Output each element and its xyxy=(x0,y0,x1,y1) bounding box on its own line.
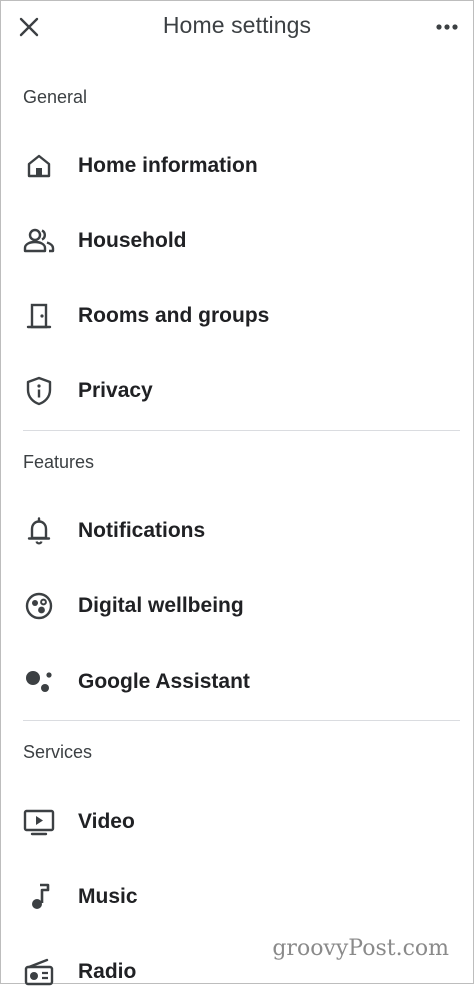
settings-item-label: Privacy xyxy=(78,379,153,402)
tv-play-icon xyxy=(23,806,55,838)
radio-icon xyxy=(23,956,55,988)
settings-item-label: Music xyxy=(78,885,138,908)
settings-item-home-information[interactable]: Home information xyxy=(1,136,473,196)
settings-item-video[interactable]: Video xyxy=(1,792,473,852)
section-header-general: General xyxy=(23,87,88,107)
settings-item-label: Notifications xyxy=(78,519,206,542)
settings-item-household[interactable]: Household xyxy=(1,211,473,271)
settings-item-privacy[interactable]: Privacy xyxy=(1,361,473,421)
settings-item-digital-wellbeing[interactable]: Digital wellbeing xyxy=(1,576,473,636)
page-title: Home settings xyxy=(162,12,312,38)
home-icon xyxy=(23,150,55,182)
door-icon xyxy=(23,300,55,332)
section-divider xyxy=(23,720,460,721)
settings-item-music[interactable]: Music xyxy=(1,867,473,927)
top-app-bar: Home settings xyxy=(1,1,473,53)
settings-item-rooms-and-groups[interactable]: Rooms and groups xyxy=(1,286,473,346)
settings-item-label: Rooms and groups xyxy=(78,304,270,327)
settings-item-label: Video xyxy=(78,810,135,833)
shield-info-icon xyxy=(23,375,55,407)
settings-item-label: Digital wellbeing xyxy=(78,594,244,617)
watermark: groovyPost.com xyxy=(272,936,449,961)
more-horizontal-icon xyxy=(435,23,459,31)
settings-item-label: Household xyxy=(78,229,187,252)
settings-item-google-assistant[interactable]: Google Assistant xyxy=(1,652,473,712)
settings-item-notifications[interactable]: Notifications xyxy=(1,501,473,561)
music-note-icon xyxy=(23,881,55,913)
settings-item-label: Google Assistant xyxy=(78,670,250,693)
assistant-dots-icon xyxy=(23,666,55,698)
settings-item-label: Home information xyxy=(78,154,258,177)
wellbeing-icon xyxy=(23,590,55,622)
bell-icon xyxy=(23,515,55,547)
settings-item-label: Radio xyxy=(78,960,137,983)
people-icon xyxy=(23,225,55,257)
section-header-features: Features xyxy=(23,452,95,472)
more-options-button[interactable] xyxy=(429,13,465,41)
section-divider xyxy=(23,430,460,431)
section-header-services: Services xyxy=(23,742,93,762)
